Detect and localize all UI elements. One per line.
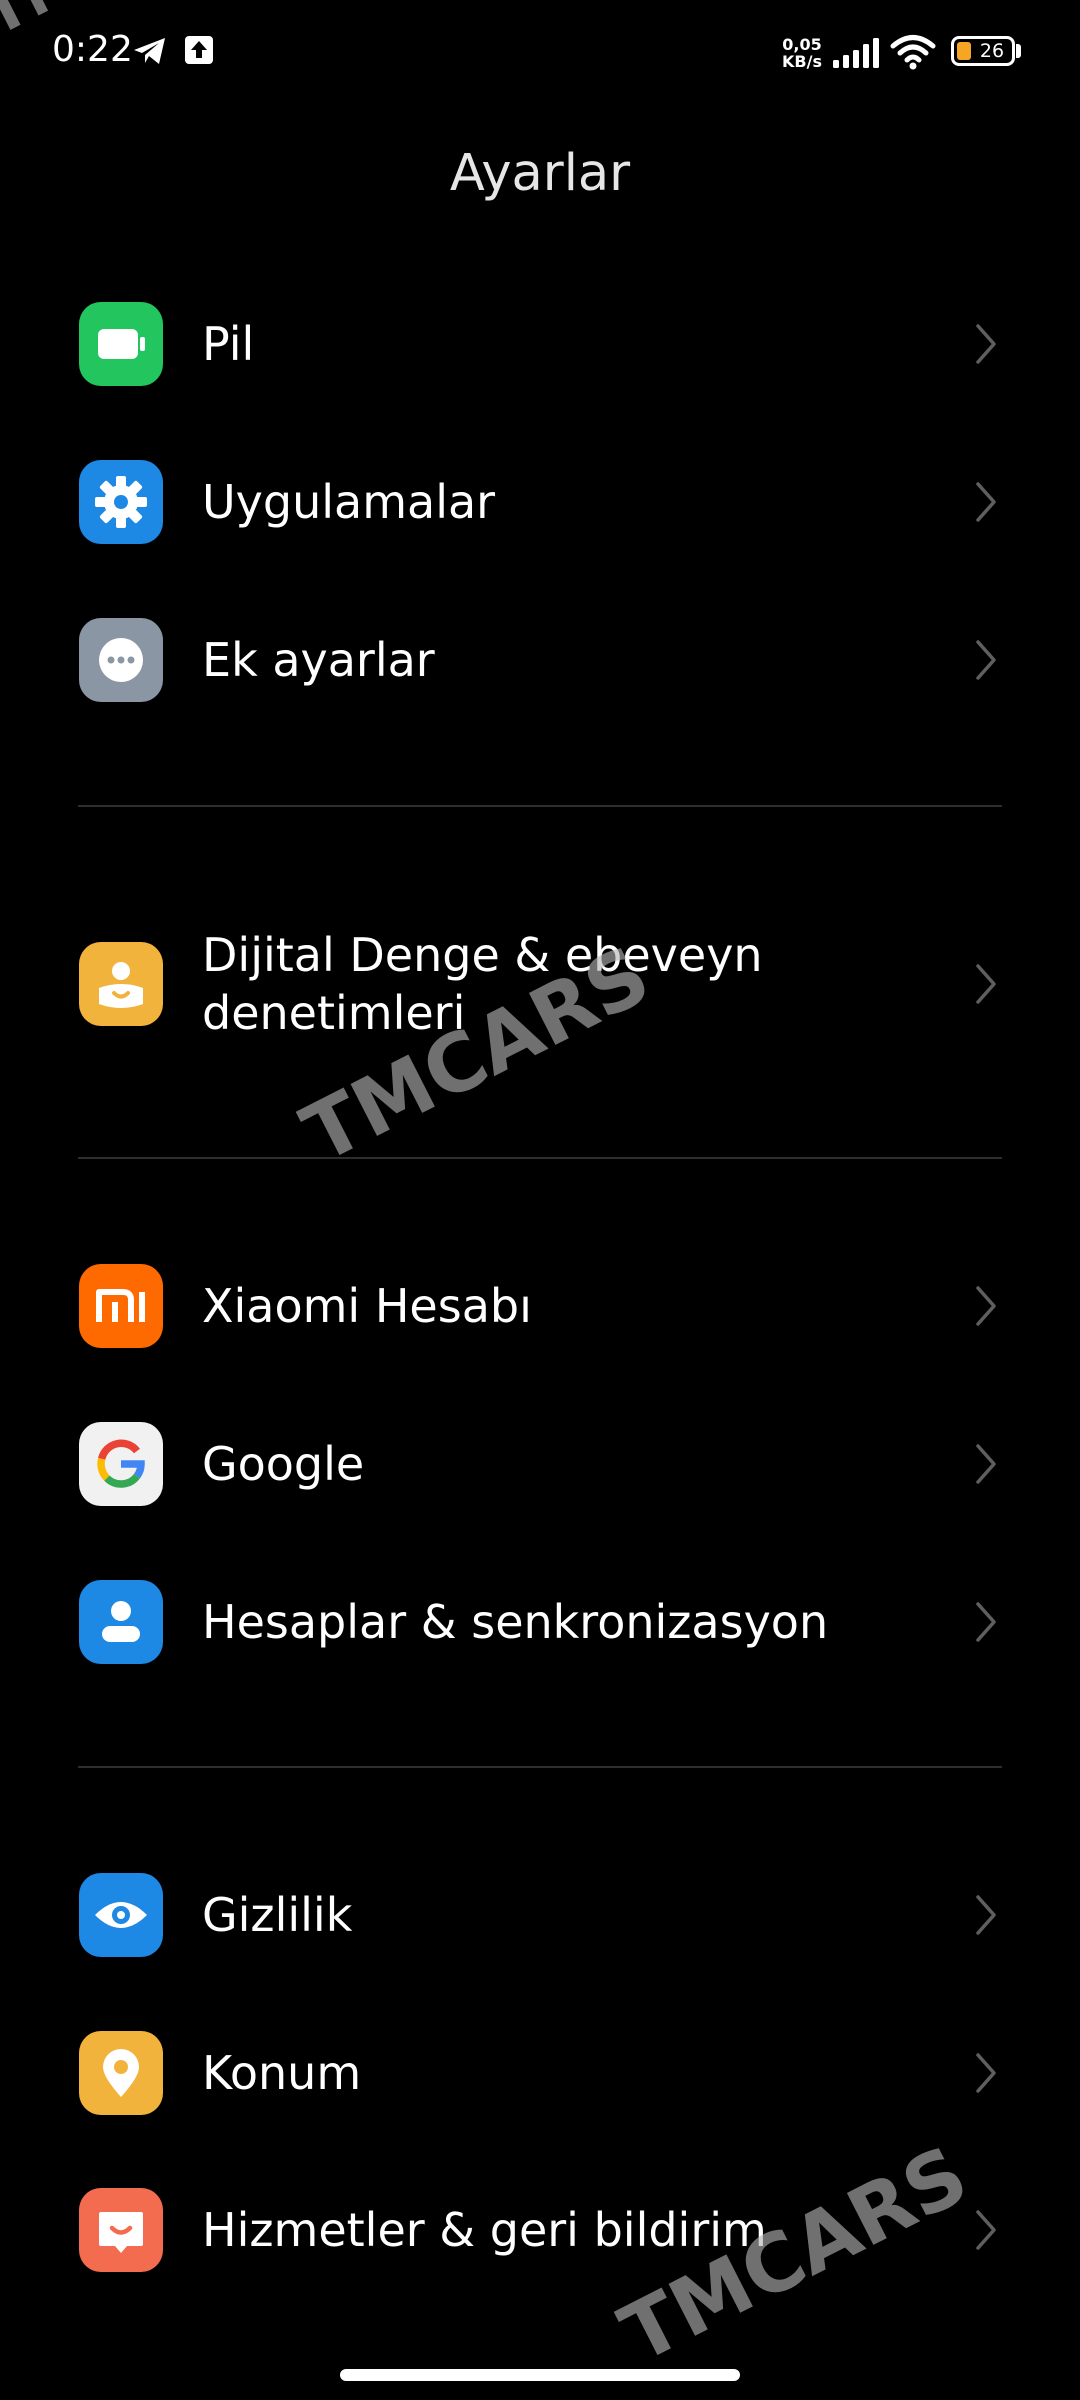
chevron-right-icon: [976, 964, 996, 1004]
more-dots-icon: [79, 618, 163, 702]
google-g-icon: [79, 1422, 163, 1506]
chevron-right-icon: [976, 640, 996, 680]
wifi-icon: [890, 35, 936, 70]
battery-fill: [957, 42, 971, 60]
page-title: Ayarlar: [449, 144, 631, 203]
settings-item-xiaomi-account[interactable]: Xiaomi Hesabı: [0, 1262, 1080, 1350]
network-speed-value: 0,05: [782, 35, 822, 54]
privacy-eye-icon: [79, 1873, 163, 1957]
section-divider: [78, 1766, 1002, 1768]
settings-item-google[interactable]: Google: [0, 1420, 1080, 1508]
section-divider: [78, 805, 1002, 807]
account-person-icon: [79, 1580, 163, 1664]
settings-item-label: Uygulamalar: [202, 475, 496, 529]
home-indicator[interactable]: [340, 2369, 740, 2381]
settings-item-battery[interactable]: Pil: [0, 300, 1080, 388]
status-bar: 0:22 0,05 KB/s 26: [0, 0, 1080, 100]
chevron-right-icon: [976, 2210, 996, 2250]
apps-gear-icon: [79, 460, 163, 544]
settings-item-location[interactable]: Konum: [0, 2029, 1080, 2117]
location-pin-icon: [79, 2031, 163, 2115]
upload-icon: [185, 36, 213, 64]
settings-item-label: Xiaomi Hesabı: [202, 1279, 532, 1333]
status-time: 0:22: [52, 29, 133, 70]
settings-item-additional[interactable]: Ek ayarlar: [0, 616, 1080, 704]
section-divider: [78, 1157, 1002, 1159]
chevron-right-icon: [976, 324, 996, 364]
chevron-right-icon: [976, 1286, 996, 1326]
settings-item-privacy[interactable]: Gizlilik: [0, 1871, 1080, 1959]
settings-item-label: Konum: [202, 2046, 362, 2100]
chevron-right-icon: [976, 2053, 996, 2093]
settings-item-label: Pil: [202, 317, 255, 371]
battery-level: 26: [979, 40, 1005, 62]
chevron-right-icon: [976, 1895, 996, 1935]
digital-wellbeing-icon: [79, 942, 163, 1026]
feedback-icon: [79, 2188, 163, 2272]
chevron-right-icon: [976, 1444, 996, 1484]
chevron-right-icon: [976, 1602, 996, 1642]
settings-item-label: Ek ayarlar: [202, 633, 435, 687]
telegram-icon: [134, 38, 165, 64]
chevron-right-icon: [976, 482, 996, 522]
settings-item-label: Hesaplar & senkronizasyon: [202, 1595, 829, 1649]
signal-icon: [833, 38, 879, 68]
mi-logo-icon: [79, 1264, 163, 1348]
battery-indicator: 26: [951, 36, 1015, 66]
settings-item-label: Google: [202, 1437, 365, 1491]
battery-icon: [79, 302, 163, 386]
settings-item-label: Gizlilik: [202, 1888, 353, 1942]
network-speed-unit: KB/s: [782, 52, 822, 71]
network-speed: 0,05 KB/s: [778, 36, 826, 70]
settings-item-accounts-sync[interactable]: Hesaplar & senkronizasyon: [0, 1578, 1080, 1666]
battery-cap: [1016, 44, 1021, 58]
settings-item-apps[interactable]: Uygulamalar: [0, 458, 1080, 546]
